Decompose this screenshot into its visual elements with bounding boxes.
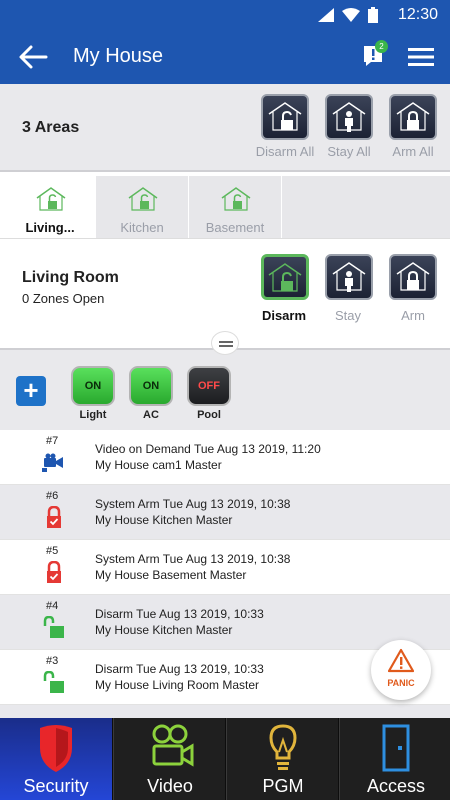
arm-house-icon (396, 102, 430, 131)
house-unlocked-icon (128, 187, 158, 211)
event-detail: My House Living Room Master (95, 678, 260, 692)
arm-label: Arm (401, 308, 425, 323)
disarm-house-icon (268, 102, 302, 131)
event-title: System Arm Tue Aug 13 2019, 10:38 (95, 552, 291, 566)
tab-basement[interactable]: Basement (189, 176, 281, 238)
stay-all-button[interactable] (325, 94, 373, 140)
arm-all-button[interactable] (389, 94, 437, 140)
room-panel: Living Room 0 Zones Open Disarm Stay Arm (0, 238, 450, 355)
signal-icon (318, 8, 334, 22)
event-row-partial (0, 705, 450, 718)
room-name: Living Room (22, 269, 119, 286)
wifi-icon (342, 8, 360, 22)
tab-kitchen[interactable]: Kitchen (96, 176, 188, 238)
locked-red-icon (47, 561, 61, 583)
pgm-label-pool: Pool (197, 409, 221, 421)
shield-icon (40, 725, 72, 772)
add-output-button[interactable]: + (16, 376, 46, 406)
nav-security[interactable]: Security (0, 718, 112, 800)
stay-button[interactable] (325, 254, 373, 300)
event-number: #5 (46, 545, 59, 557)
nav-label: Access (366, 776, 426, 796)
bottom-navigation: Security Video PGM Access (0, 718, 450, 800)
notifications-button[interactable]: 2 (362, 40, 388, 70)
event-detail: My House Kitchen Master (95, 513, 233, 527)
app-bar: My House 2 (0, 30, 450, 84)
areas-summary: 3 Areas Disarm All Stay All Arm All (0, 84, 450, 172)
hamburger-menu-icon[interactable] (408, 47, 434, 67)
event-title: System Arm Tue Aug 13 2019, 10:38 (95, 497, 291, 511)
tab-label: Living... (25, 220, 75, 235)
stay-house-icon (332, 262, 366, 292)
pgm-outputs-bar: + ON Light ON AC OFF Pool (0, 348, 450, 430)
door-icon (382, 724, 410, 772)
panic-button[interactable]: PANIC (371, 640, 431, 700)
tab-label: Basement (205, 220, 265, 235)
notification-badge: 2 (375, 40, 388, 53)
house-unlocked-icon (36, 187, 66, 211)
tab-label: Kitchen (120, 220, 164, 235)
disarm-all-button[interactable] (261, 94, 309, 140)
disarm-house-icon (268, 263, 302, 292)
tab-living-room[interactable]: Living... (4, 176, 96, 238)
nav-label: PGM (262, 776, 304, 796)
video-camera-icon (42, 453, 63, 472)
status-bar: 12:30 (0, 0, 450, 30)
battery-icon (368, 7, 378, 23)
event-number: #6 (46, 490, 59, 502)
event-title: Disarm Tue Aug 13 2019, 10:33 (95, 607, 264, 621)
disarm-label: Disarm (261, 308, 307, 323)
pgm-toggle-ac[interactable]: ON (129, 366, 173, 406)
stay-label: Stay (334, 308, 361, 323)
event-number: #4 (46, 600, 59, 612)
disarm-button[interactable] (261, 254, 309, 300)
house-unlocked-icon (221, 187, 251, 211)
drag-handle[interactable] (211, 331, 239, 355)
event-title: Video on Demand Tue Aug 13 2019, 11:20 (95, 442, 321, 456)
event-row[interactable]: #6 System Arm Tue Aug 13 2019, 10:38 My … (0, 485, 450, 540)
nav-label: Security (23, 776, 89, 796)
tab-strip-filler (282, 176, 450, 238)
pgm-label-light: Light (79, 409, 107, 421)
page-title: My House (73, 45, 164, 67)
arm-button[interactable] (389, 254, 437, 300)
status-icons (318, 7, 378, 23)
stay-house-icon (332, 102, 366, 132)
nav-video[interactable]: Video (113, 718, 225, 800)
room-zones-status: 0 Zones Open (22, 291, 105, 306)
clock: 12:30 (397, 6, 438, 23)
warning-triangle-icon (388, 648, 414, 673)
nav-pgm[interactable]: PGM (226, 718, 338, 800)
event-detail: My House cam1 Master (95, 458, 222, 472)
locked-red-icon (47, 506, 61, 528)
event-row[interactable]: #5 System Arm Tue Aug 13 2019, 10:38 My … (0, 540, 450, 595)
nav-access[interactable]: Access (339, 718, 450, 800)
event-detail: My House Kitchen Master (95, 623, 233, 637)
panic-label: PANIC (387, 678, 415, 688)
event-number: #7 (46, 435, 59, 447)
pgm-toggle-pool[interactable]: OFF (187, 366, 231, 406)
pgm-label-ac: AC (143, 409, 159, 421)
nav-label: Video (147, 776, 193, 796)
lightbulb-icon (269, 724, 297, 770)
unlocked-green-icon (43, 671, 64, 693)
area-tabs: Living... Kitchen Basement (0, 172, 450, 238)
video-camera-icon (152, 724, 194, 767)
arm-all-label: Arm All (392, 144, 434, 159)
pgm-toggle-light[interactable]: ON (71, 366, 115, 406)
event-row[interactable]: #4 Disarm Tue Aug 13 2019, 10:33 My Hous… (0, 595, 450, 650)
unlocked-green-icon (43, 616, 64, 638)
event-row[interactable]: #7 Video on Demand Tue Aug 13 2019, 11:2… (0, 430, 450, 485)
event-detail: My House Basement Master (95, 568, 247, 582)
event-title: Disarm Tue Aug 13 2019, 10:33 (95, 662, 264, 676)
arm-house-icon (396, 262, 430, 291)
event-number: #3 (46, 655, 59, 667)
areas-count: 3 Areas (22, 119, 80, 136)
back-arrow-icon[interactable] (18, 44, 48, 70)
